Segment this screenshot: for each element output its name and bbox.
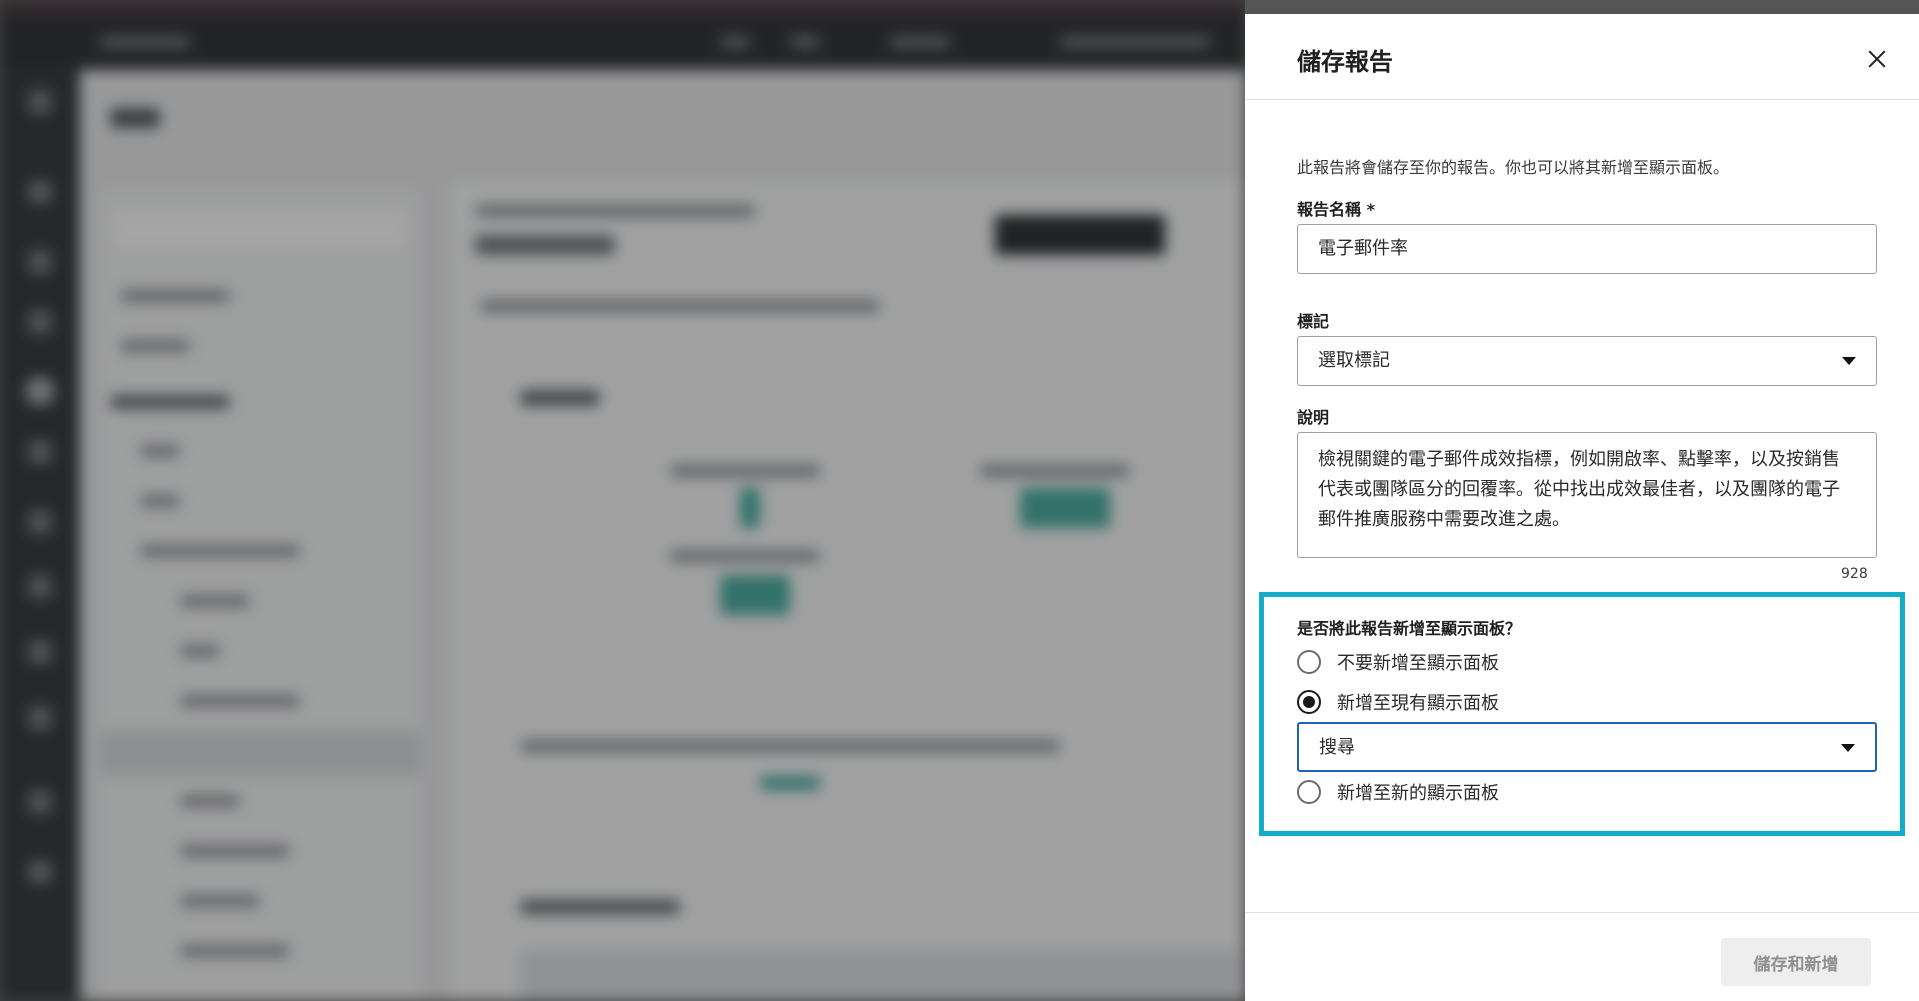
report-name-input[interactable]: 電子郵件率 — [1297, 224, 1877, 274]
description-textarea[interactable]: 檢視關鍵的電子郵件成效指標，例如開啟率、點擊率，以及按銷售代表或團隊區分的回覆率… — [1297, 432, 1877, 558]
description-char-counter: 928 — [1841, 566, 1868, 582]
radio-existing-dashboard[interactable]: 新增至現有顯示面板 — [1297, 688, 1499, 716]
background-app — [0, 0, 1245, 1001]
dashboard-search-select[interactable]: 搜尋 — [1297, 722, 1877, 772]
panel-title: 儲存報告 — [1297, 48, 1393, 76]
modal-overlay — [0, 0, 1245, 1001]
tag-select[interactable]: 選取標記 — [1297, 336, 1877, 386]
tag-label: 標記 — [1297, 312, 1330, 331]
radio-label: 新增至新的顯示面板 — [1337, 783, 1499, 804]
panel-header: 儲存報告 — [1245, 14, 1919, 100]
tag-select-value: 選取標記 — [1318, 350, 1390, 371]
save-and-add-button[interactable]: 儲存和新增 — [1721, 938, 1871, 986]
panel-intro-text: 此報告將會儲存至你的報告。你也可以將其新增至顯示面板。 — [1297, 158, 1730, 177]
chevron-down-icon — [1841, 744, 1855, 752]
close-icon[interactable] — [1861, 44, 1893, 76]
radio-circle[interactable] — [1297, 650, 1321, 674]
dashboard-search-value: 搜尋 — [1319, 737, 1355, 758]
radio-label: 新增至現有顯示面板 — [1337, 693, 1499, 714]
radio-circle-checked[interactable] — [1297, 690, 1321, 714]
radio-circle[interactable] — [1297, 780, 1321, 804]
radio-new-dashboard[interactable]: 新增至新的顯示面板 — [1297, 778, 1499, 806]
report-name-label: 報告名稱 * — [1297, 200, 1375, 219]
panel-footer-divider — [1245, 912, 1919, 913]
save-report-panel: 儲存報告 此報告將會儲存至你的報告。你也可以將其新增至顯示面板。 報告名稱 * … — [1245, 14, 1919, 1001]
dashboard-question-label: 是否將此報告新增至顯示面板？ — [1297, 619, 1522, 638]
radio-label: 不要新增至顯示面板 — [1337, 653, 1499, 674]
radio-no-dashboard[interactable]: 不要新增至顯示面板 — [1297, 648, 1499, 676]
chevron-down-icon — [1842, 357, 1856, 365]
description-label: 說明 — [1297, 408, 1330, 427]
